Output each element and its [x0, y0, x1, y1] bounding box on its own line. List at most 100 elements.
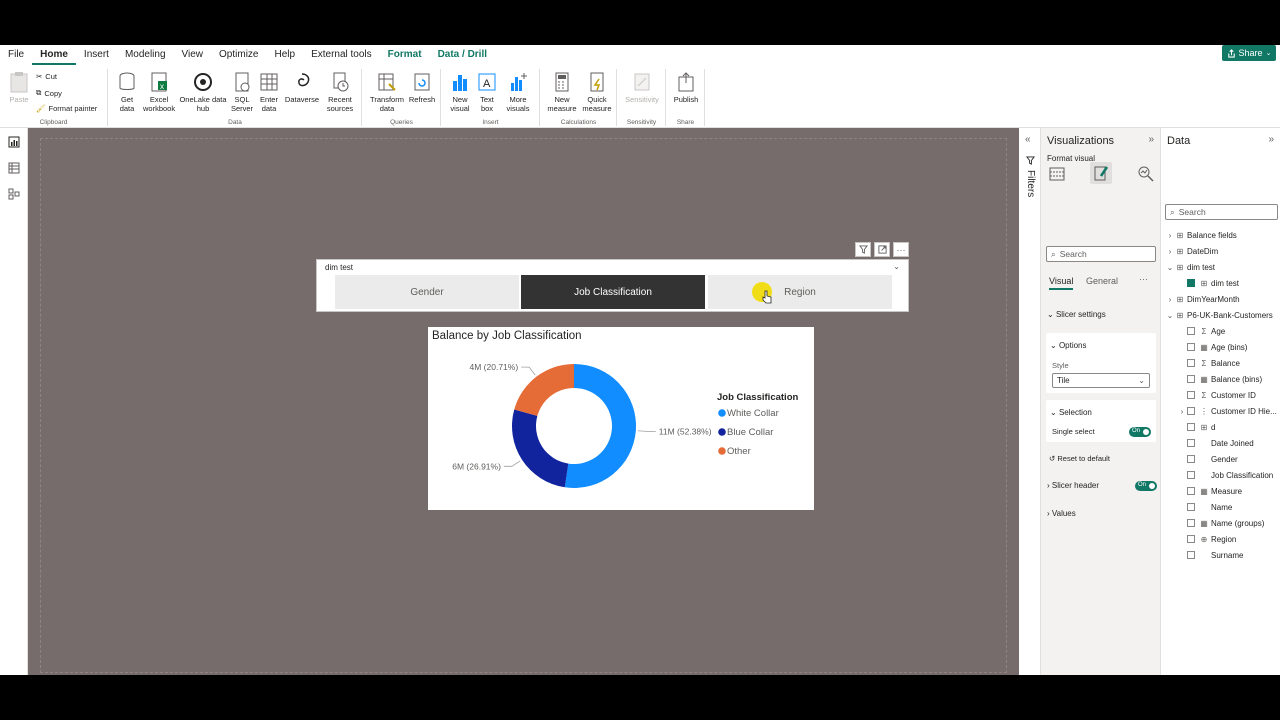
collapse-left-icon[interactable]: «	[1025, 134, 1031, 145]
field-checkbox[interactable]	[1187, 407, 1195, 415]
field-item[interactable]: Gender	[1165, 451, 1280, 467]
field-checkbox[interactable]	[1187, 519, 1195, 527]
legend-item[interactable]: Other	[727, 446, 751, 457]
enter-data-button[interactable]: Enter data	[256, 71, 282, 113]
donut-slice-white-collar[interactable]	[564, 364, 637, 488]
reset-to-default-button[interactable]: ↺ Reset to default	[1049, 454, 1110, 463]
field-item[interactable]: ⌄ ⊞ dim test	[1165, 259, 1280, 275]
field-item[interactable]: ⊞ dim test	[1165, 275, 1280, 291]
legend-item[interactable]: White Collar	[727, 408, 779, 419]
model-view-icon[interactable]	[8, 188, 20, 200]
more-visuals-button[interactable]: More visuals	[500, 71, 536, 113]
onelake-data-hub-button[interactable]: OneLake data hub	[177, 71, 229, 113]
chevron-down-icon[interactable]: ⌄	[1165, 311, 1175, 320]
field-item[interactable]: ⌄ ⊞ P6-UK-Bank-Customers	[1165, 307, 1280, 323]
quick-measure-button[interactable]: Quick measure	[579, 71, 615, 113]
copy-button[interactable]: ⧉ Copy	[36, 88, 62, 98]
chevron-right-icon[interactable]: ›	[1177, 407, 1187, 416]
options-section[interactable]: ⌄ Options	[1050, 341, 1087, 350]
sql-server-button[interactable]: SQL Server	[229, 71, 255, 113]
field-item[interactable]: › ⊞ DimYearMonth	[1165, 291, 1280, 307]
field-item[interactable]: ▦ Balance (bins)	[1165, 371, 1280, 387]
field-item[interactable]: Date Joined	[1165, 435, 1280, 451]
recent-sources-button[interactable]: Recent sources	[321, 71, 359, 113]
style-dropdown[interactable]: Tile ⌄	[1052, 373, 1150, 388]
slicer-tile-gender[interactable]: Gender	[335, 275, 519, 309]
slicer-settings-section[interactable]: ⌄ Slicer settings	[1047, 310, 1106, 319]
field-checkbox[interactable]	[1187, 423, 1195, 431]
chevron-right-icon[interactable]: ›	[1165, 231, 1175, 240]
field-item[interactable]: Σ Balance	[1165, 355, 1280, 371]
chevron-down-icon[interactable]: ⌄	[893, 262, 900, 271]
field-item[interactable]: › ⋮ Customer ID Hie...	[1165, 403, 1280, 419]
analytics-icon[interactable]	[1137, 165, 1155, 183]
format-visual-tab[interactable]	[1090, 162, 1112, 184]
publish-button[interactable]: Publish	[671, 71, 701, 104]
legend-item[interactable]: Blue Collar	[727, 427, 773, 438]
field-item[interactable]: ▦ Measure	[1165, 483, 1280, 499]
field-checkbox[interactable]	[1187, 471, 1195, 479]
chevron-right-icon[interactable]: ›	[1165, 295, 1175, 304]
field-item[interactable]: ▦ Name (groups)	[1165, 515, 1280, 531]
donut-chart-visual[interactable]: Balance by Job Classification 11M (52.38…	[428, 327, 814, 510]
selection-section[interactable]: ⌄ Selection	[1050, 408, 1092, 417]
slicer-tile-region[interactable]: Region	[708, 275, 892, 309]
dataverse-button[interactable]: Dataverse	[283, 71, 321, 104]
field-checkbox[interactable]	[1187, 503, 1195, 511]
text-box-button[interactable]: A Text box	[475, 71, 499, 113]
collapse-right-icon[interactable]: »	[1148, 134, 1154, 145]
field-item[interactable]: › ⊞ DateDim	[1165, 243, 1280, 259]
field-checkbox[interactable]	[1187, 487, 1195, 495]
field-item[interactable]: Σ Customer ID	[1165, 387, 1280, 403]
filters-label[interactable]: Filters	[1025, 170, 1036, 197]
report-view-icon[interactable]	[8, 136, 20, 148]
slicer-visual[interactable]: dim test ⌄ Gender Job Classification Regio…	[316, 259, 909, 312]
get-data-button[interactable]: Get data	[113, 71, 141, 113]
tab-view[interactable]: View	[174, 47, 212, 65]
single-select-toggle[interactable]: On	[1129, 427, 1151, 437]
field-checkbox[interactable]	[1187, 343, 1195, 351]
filters-pane-collapsed[interactable]: « Filters	[1019, 128, 1041, 675]
viz-search-input[interactable]: ⌕ Search	[1046, 246, 1156, 262]
share-button[interactable]: Share ⌄	[1222, 45, 1276, 61]
tab-format[interactable]: Format	[380, 47, 430, 65]
refresh-button[interactable]: Refresh	[407, 71, 437, 104]
tab-file[interactable]: File	[0, 47, 32, 65]
field-checkbox[interactable]	[1187, 391, 1195, 399]
data-search-input[interactable]: ⌕ Search	[1165, 204, 1278, 220]
tab-general[interactable]: General	[1086, 276, 1118, 286]
field-checkbox[interactable]	[1187, 375, 1195, 383]
excel-workbook-button[interactable]: x Excel workbook	[143, 71, 175, 113]
field-checkbox[interactable]	[1187, 279, 1195, 287]
field-item[interactable]: Σ Age	[1165, 323, 1280, 339]
field-checkbox[interactable]	[1187, 327, 1195, 335]
field-item[interactable]: ▦ Age (bins)	[1165, 339, 1280, 355]
field-checkbox[interactable]	[1187, 551, 1195, 559]
tab-data-drill[interactable]: Data / Drill	[430, 47, 495, 65]
field-item[interactable]: Surname	[1165, 547, 1280, 563]
field-item[interactable]: › ⊞ Balance fields	[1165, 227, 1280, 243]
field-item[interactable]: Name	[1165, 499, 1280, 515]
tab-visual[interactable]: Visual	[1049, 276, 1074, 290]
table-view-icon[interactable]	[8, 162, 20, 174]
transform-data-button[interactable]: Transform data	[369, 71, 405, 113]
field-item[interactable]: Job Classification	[1165, 467, 1280, 483]
new-measure-button[interactable]: New measure	[545, 71, 579, 113]
cut-button[interactable]: ✂ Cut	[36, 72, 57, 81]
donut-slice-blue-collar[interactable]	[512, 409, 569, 488]
field-checkbox[interactable]	[1187, 439, 1195, 447]
sensitivity-button[interactable]: Sensitivity	[622, 71, 662, 104]
collapse-right-icon[interactable]: »	[1268, 134, 1274, 145]
more-options-icon[interactable]: ···	[1139, 274, 1148, 284]
field-checkbox[interactable]	[1187, 535, 1195, 543]
field-item[interactable]: ⊞ d	[1165, 419, 1280, 435]
paste-button[interactable]: Paste	[6, 71, 32, 104]
slicer-header-section[interactable]: › Slicer header	[1047, 481, 1099, 490]
tab-modeling[interactable]: Modeling	[117, 47, 174, 65]
new-visual-button[interactable]: New visual	[446, 71, 474, 113]
build-visual-icon[interactable]	[1048, 165, 1066, 183]
field-item[interactable]: ⊕ Region	[1165, 531, 1280, 547]
chevron-down-icon[interactable]: ⌄	[1165, 263, 1175, 272]
report-canvas[interactable]: ··· dim test ⌄ Gender Job Classification R…	[28, 128, 1019, 675]
tab-external-tools[interactable]: External tools	[303, 47, 380, 65]
